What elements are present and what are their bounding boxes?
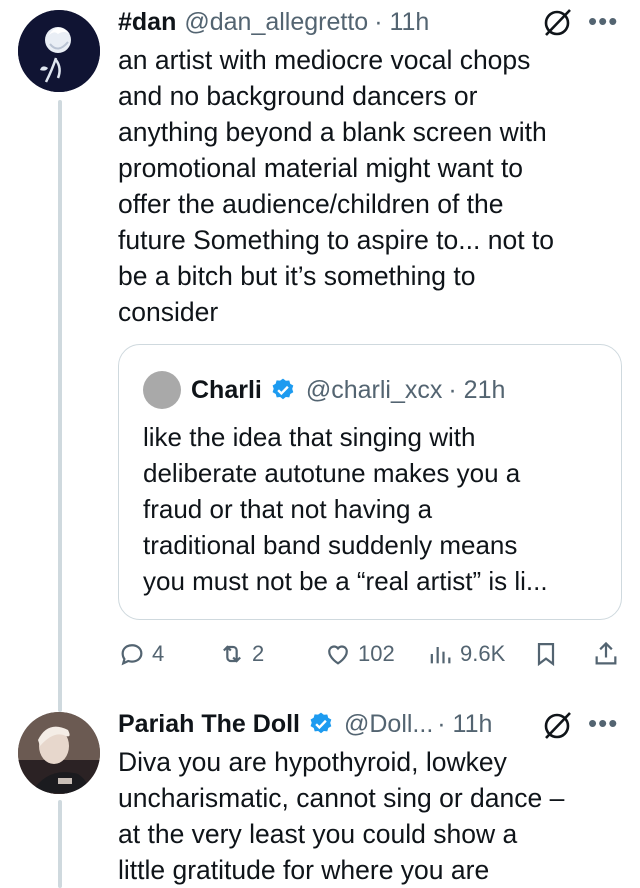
- more-options-icon[interactable]: •••: [588, 708, 618, 739]
- quoted-header: Charli @charli_xcx · 21h: [191, 370, 505, 410]
- display-name[interactable]: #dan: [118, 8, 176, 37]
- tweet-text: an artist with mediocre vocal chops and …: [118, 45, 555, 327]
- views-button[interactable]: 9.6K: [426, 636, 505, 672]
- tweet-header: #dan @dan_allegretto · 11h: [118, 2, 429, 42]
- reply-count: 4: [152, 641, 165, 666]
- views-chart-icon: [430, 647, 451, 664]
- bookmark-button[interactable]: [532, 636, 566, 672]
- thread-line: [58, 100, 62, 712]
- verified-badge-icon: [310, 712, 332, 734]
- share-icon: [595, 641, 617, 665]
- like-button[interactable]: 102: [324, 636, 395, 672]
- person-avatar-icon: [18, 712, 100, 794]
- quoted-avatar[interactable]: [143, 371, 181, 409]
- reply-handle[interactable]: @Doll...: [344, 710, 433, 739]
- quoted-display-name[interactable]: Charli: [191, 376, 262, 405]
- repost-count: 2: [252, 641, 265, 666]
- views-count: 9.6K: [460, 641, 506, 666]
- reply-icon: [121, 644, 143, 666]
- bookmark-icon: [537, 642, 555, 667]
- hide-icon[interactable]: [540, 5, 574, 39]
- share-button[interactable]: [592, 636, 626, 672]
- tweet-actions: 4 2 102 9.6K: [118, 636, 620, 672]
- more-options-icon[interactable]: •••: [588, 6, 618, 37]
- reply-timestamp[interactable]: · 11h: [437, 710, 492, 739]
- rose-avatar-icon: [18, 10, 100, 92]
- reply-text: Diva you are hypothyroid, lowkey unchari…: [118, 747, 565, 885]
- timestamp[interactable]: · 11h: [374, 8, 429, 37]
- repost-button[interactable]: 2: [218, 636, 264, 672]
- avatar[interactable]: [18, 10, 100, 92]
- hide-icon[interactable]: [540, 708, 574, 742]
- like-count: 102: [358, 641, 395, 666]
- quoted-text: like the idea that singing with delibera…: [143, 422, 548, 596]
- heart-icon: [328, 645, 348, 665]
- verified-badge-icon: [272, 378, 294, 400]
- repost-icon: [223, 645, 241, 663]
- user-handle[interactable]: @dan_allegretto: [184, 8, 368, 37]
- quoted-handle[interactable]: @charli_xcx: [306, 376, 443, 405]
- thread-line: [58, 800, 62, 888]
- reply-button[interactable]: 4: [118, 636, 164, 672]
- reply-header: Pariah The Doll @Doll... · 11h: [118, 704, 492, 744]
- reply-display-name[interactable]: Pariah The Doll: [118, 710, 300, 739]
- avatar[interactable]: [18, 712, 100, 794]
- quoted-tweet[interactable]: Charli @charli_xcx · 21h like the idea t…: [118, 344, 622, 620]
- quoted-timestamp[interactable]: · 21h: [448, 376, 505, 405]
